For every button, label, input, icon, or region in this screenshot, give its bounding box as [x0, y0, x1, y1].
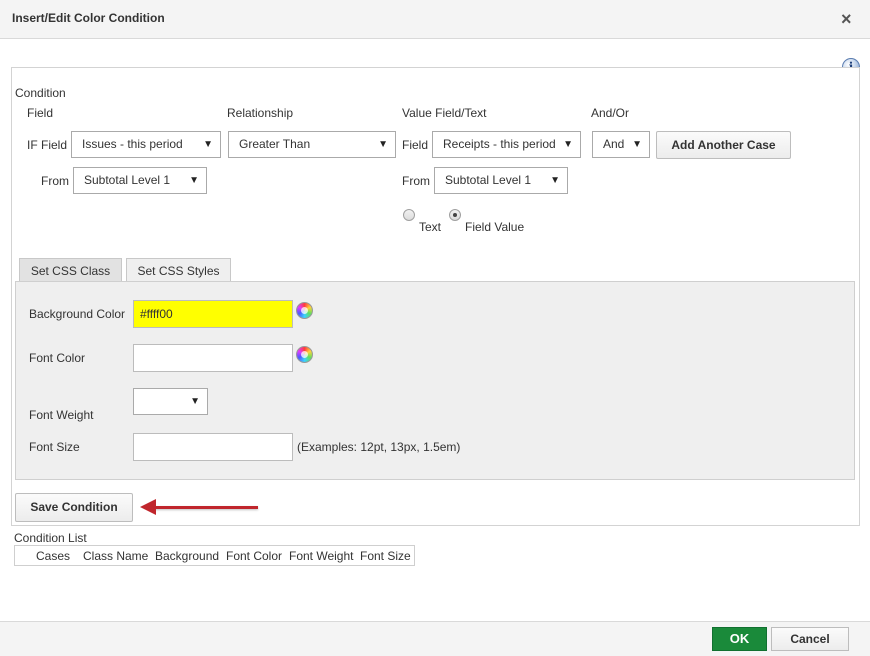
close-icon[interactable]: × [841, 9, 852, 29]
condition-list-label: Condition List [14, 531, 87, 545]
font-color-input[interactable] [133, 344, 293, 372]
ok-button[interactable]: OK [712, 627, 767, 651]
save-condition-button[interactable]: Save Condition [15, 493, 133, 522]
text-radio-label: Text [419, 220, 442, 234]
condition-list-column-header: Font Color [226, 549, 283, 563]
value-from-select[interactable]: Subtotal Level 1 ▼ [434, 167, 568, 194]
chevron-down-icon: ▼ [632, 139, 642, 150]
value-field-selected-value: Receipts - this period [443, 137, 556, 151]
chevron-down-icon: ▼ [190, 396, 200, 407]
field-value-radio[interactable] [449, 209, 461, 221]
font-weight-label: Font Weight [29, 408, 94, 422]
background-color-label: Background Color [29, 307, 126, 321]
color-wheel-icon[interactable] [296, 346, 313, 363]
from-label: From [41, 174, 69, 188]
color-wheel-icon[interactable] [296, 302, 313, 319]
value-from-label: From [402, 174, 430, 188]
value-field-select[interactable]: Receipts - this period ▼ [432, 131, 581, 158]
condition-list-column-header: Background [155, 549, 220, 563]
relationship-select[interactable]: Greater Than ▼ [228, 131, 396, 158]
field-header: Field [27, 106, 54, 120]
font-size-label: Font Size [29, 440, 80, 454]
text-radio[interactable] [403, 209, 415, 221]
if-field-select[interactable]: Issues - this period ▼ [71, 131, 221, 158]
value-field-header: Value Field/Text [402, 106, 487, 120]
condition-section-label: Condition [15, 86, 66, 100]
value-from-selected-value: Subtotal Level 1 [445, 173, 532, 187]
add-another-case-button[interactable]: Add Another Case [656, 131, 791, 159]
condition-list-column-header: Font Weight [289, 549, 354, 563]
font-size-input[interactable] [133, 433, 293, 461]
cancel-button[interactable]: Cancel [771, 627, 849, 651]
chevron-down-icon: ▼ [203, 139, 213, 150]
from-selected-value: Subtotal Level 1 [84, 173, 171, 187]
condition-list-table: Cases Class Name Background Font Color F… [14, 545, 415, 566]
field-value-radio-label: Field Value [465, 220, 525, 234]
from-select[interactable]: Subtotal Level 1 ▼ [73, 167, 207, 194]
and-or-header: And/Or [591, 106, 630, 120]
font-color-label: Font Color [29, 351, 86, 365]
dialog-title: Insert/Edit Color Condition [12, 11, 165, 25]
if-field-label: IF Field [27, 138, 68, 152]
background-color-input[interactable]: #ffff00 [133, 300, 293, 328]
chevron-down-icon: ▼ [189, 175, 199, 186]
if-field-selected-value: Issues - this period [82, 137, 183, 151]
and-or-selected-value: And [603, 137, 625, 151]
chevron-down-icon: ▼ [563, 139, 573, 150]
and-or-select[interactable]: And ▼ [592, 131, 650, 158]
annotation-arrow-line [154, 506, 258, 509]
condition-list-column-header: Font Size [360, 549, 411, 563]
relationship-header: Relationship [227, 106, 294, 120]
annotation-arrow-icon [140, 499, 156, 515]
font-weight-select[interactable]: ▼ [133, 388, 208, 415]
relationship-selected-value: Greater Than [239, 137, 311, 151]
chevron-down-icon: ▼ [550, 175, 560, 186]
condition-list-column-header: Cases [36, 549, 71, 563]
font-size-hint: (Examples: 12pt, 13px, 1.5em) [297, 440, 461, 454]
tab-set-css-class[interactable]: Set CSS Class [19, 258, 122, 283]
chevron-down-icon: ▼ [378, 139, 388, 150]
condition-list-column-header: Class Name [83, 549, 149, 563]
value-field-label: Field [402, 138, 429, 152]
